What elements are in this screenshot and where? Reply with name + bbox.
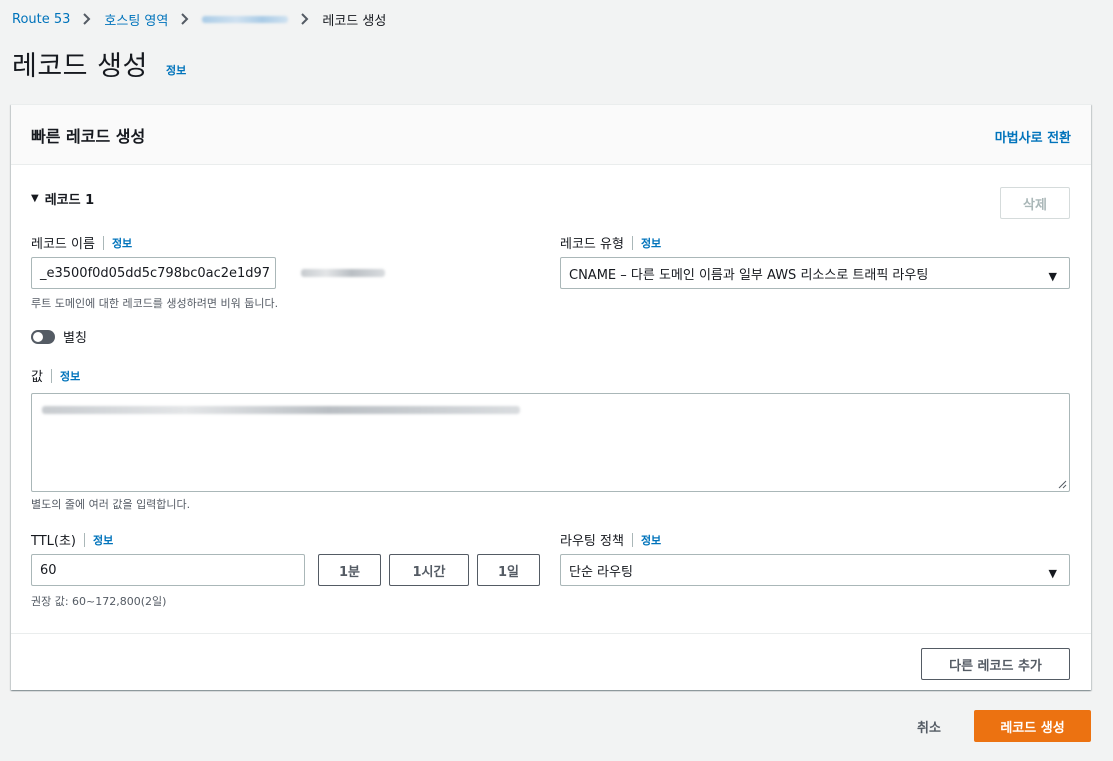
- record-type-label-text: 레코드 유형: [560, 237, 624, 252]
- breadcrumb: Route 53 호스팅 영역 레코드 생성: [12, 9, 386, 29]
- create-records-button[interactable]: 레코드 생성: [974, 710, 1091, 742]
- value-label-text: 값: [31, 370, 43, 385]
- divider: [50, 368, 52, 383]
- value-label: 값 정보: [31, 366, 80, 385]
- domain-suffix-redacted: [301, 269, 385, 277]
- value-content-redacted: [42, 406, 520, 414]
- value-textarea[interactable]: [31, 393, 1070, 492]
- divider: [631, 532, 633, 547]
- divider: [84, 532, 85, 547]
- ttl-label-text: TTL(초): [31, 534, 76, 549]
- record-name-label: 레코드 이름 정보: [31, 233, 132, 252]
- panel-title: 빠른 레코드 생성: [31, 127, 146, 146]
- toggle-switch-icon: [31, 329, 55, 344]
- page-title: 레코드 생성: [12, 51, 148, 82]
- routing-policy-info-link[interactable]: 정보: [641, 532, 661, 548]
- ttl-1-day-button[interactable]: 1일: [477, 554, 540, 586]
- alias-toggle[interactable]: 별칭: [31, 327, 87, 346]
- caret-down-icon: ▼: [1048, 567, 1057, 580]
- divider: [11, 633, 1091, 634]
- routing-policy-select[interactable]: 단순 라우팅 ▼: [560, 554, 1070, 586]
- resize-handle-icon[interactable]: [1058, 480, 1067, 489]
- ttl-info-link[interactable]: 정보: [93, 532, 113, 548]
- chevron-right-icon: [301, 13, 309, 25]
- ttl-input[interactable]: 60: [31, 554, 305, 586]
- quick-create-panel: 빠른 레코드 생성 마법사로 전환 ▼ 레코드 1 삭제 레코드 이름 정보 _…: [11, 104, 1091, 690]
- record-name-hint: 루트 도메인에 대한 레코드를 생성하려면 비워 둡니다.: [31, 297, 279, 310]
- breadcrumb-hosted-zones[interactable]: 호스팅 영역: [104, 10, 168, 29]
- breadcrumb-route53[interactable]: Route 53: [12, 12, 70, 27]
- record-type-label: 레코드 유형 정보: [560, 233, 661, 252]
- record-name-info-link[interactable]: 정보: [112, 235, 132, 251]
- record-name-input[interactable]: _e3500f0d05dd5c798bc0ac2e1d97: [31, 257, 276, 289]
- cancel-button[interactable]: 취소: [917, 717, 941, 736]
- divider: [102, 235, 104, 250]
- value-hint: 별도의 줄에 여러 값을 입력합니다.: [31, 498, 191, 511]
- record-name-label-text: 레코드 이름: [31, 237, 95, 252]
- delete-button[interactable]: 삭제: [1000, 187, 1070, 219]
- caret-down-icon: ▼: [31, 193, 39, 204]
- chevron-right-icon: [83, 13, 91, 25]
- divider: [631, 235, 633, 250]
- breadcrumb-hosted-zone-redacted[interactable]: [202, 15, 289, 23]
- switch-to-wizard-link[interactable]: 마법사로 전환: [995, 127, 1071, 146]
- record-section-title: 레코드 1: [44, 193, 95, 208]
- breadcrumb-current: 레코드 생성: [322, 13, 387, 29]
- routing-policy-selected: 단순 라우팅: [569, 564, 633, 580]
- alias-label: 별칭: [63, 331, 87, 346]
- record-1-expand-toggle[interactable]: ▼ 레코드 1: [31, 189, 94, 208]
- record-type-select[interactable]: CNAME – 다른 도메인 이름과 일부 AWS 리소스로 트래픽 라우팅 ▼: [560, 257, 1070, 289]
- add-another-record-button[interactable]: 다른 레코드 추가: [921, 648, 1070, 680]
- routing-policy-label-text: 라우팅 정책: [560, 534, 624, 549]
- ttl-1-minute-button[interactable]: 1분: [318, 554, 381, 586]
- ttl-label: TTL(초) 정보: [31, 530, 113, 549]
- record-type-selected: CNAME – 다른 도메인 이름과 일부 AWS 리소스로 트래픽 라우팅: [569, 267, 929, 283]
- ttl-hint: 권장 값: 60~172,800(2일): [31, 595, 167, 608]
- record-type-info-link[interactable]: 정보: [641, 235, 661, 251]
- caret-down-icon: ▼: [1048, 270, 1057, 283]
- panel-header: 빠른 레코드 생성 마법사로 전환: [11, 105, 1091, 165]
- routing-policy-label: 라우팅 정책 정보: [560, 530, 661, 549]
- ttl-1-hour-button[interactable]: 1시간: [389, 554, 469, 586]
- chevron-right-icon: [181, 13, 189, 25]
- value-info-link[interactable]: 정보: [60, 368, 80, 384]
- page-info-link[interactable]: 정보: [166, 62, 186, 78]
